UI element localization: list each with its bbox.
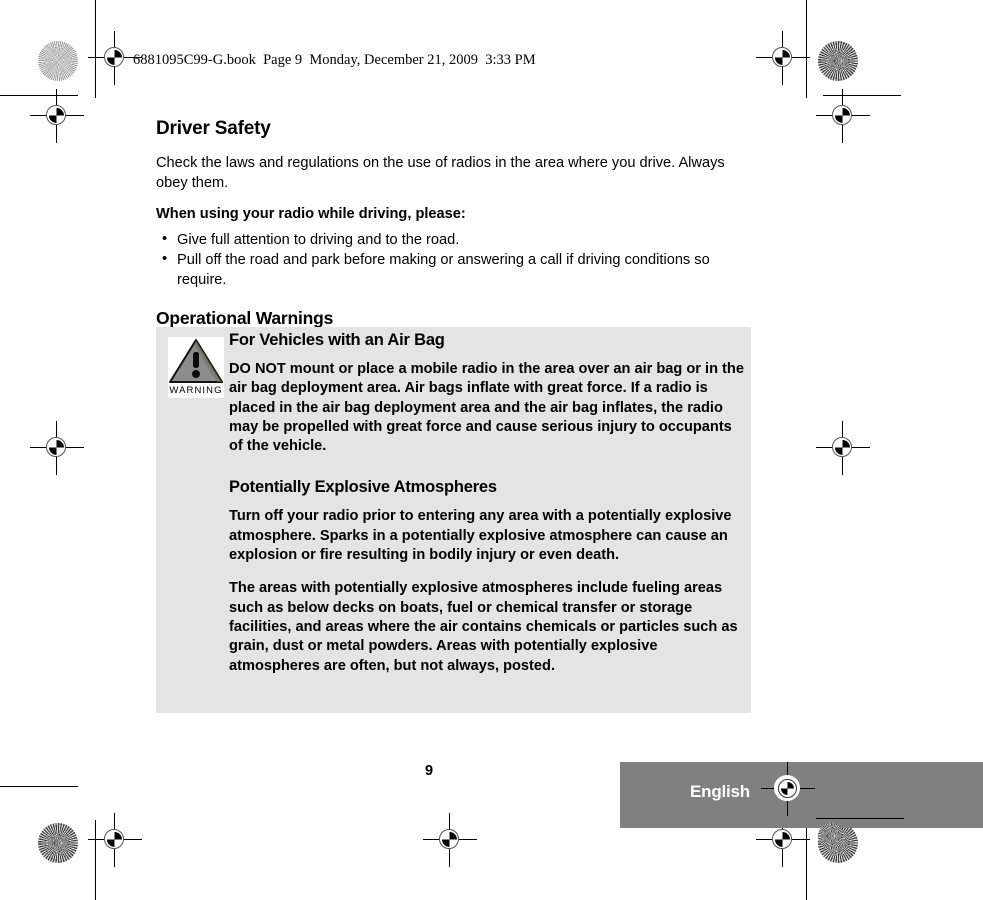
crop-line-vertical-right xyxy=(806,0,807,98)
page-number: 9 xyxy=(425,763,434,779)
crop-line-horizontal-bottom-left xyxy=(0,786,78,787)
crop-line-vertical-left-lower xyxy=(95,820,96,900)
crop-line-horizontal-top-left xyxy=(0,95,78,96)
language-banner-label: English xyxy=(690,782,750,801)
warning-triangle-icon xyxy=(168,337,224,384)
warning-paragraph-explosive-1: Turn off your radio prior to entering an… xyxy=(229,508,732,564)
registration-mark-top-left xyxy=(88,31,142,85)
list-item: • Give full attention to driving and to … xyxy=(156,231,752,251)
crop-line-vertical-left xyxy=(95,0,96,98)
registration-mark-bottom-center xyxy=(423,813,477,867)
warning-icon-label: WARNING xyxy=(168,384,224,398)
warning-paragraph-explosive-2: The areas with potentially explosive atm… xyxy=(229,580,738,674)
registration-rosette-bottom-left xyxy=(38,823,78,863)
warning-paragraph-air-bag: DO NOT mount or place a mobile radio in … xyxy=(229,361,744,455)
list-item-label: Pull off the road and park before making… xyxy=(177,252,710,288)
bullet-icon: • xyxy=(162,251,168,267)
registration-mark-middle-right xyxy=(816,421,870,475)
warning-callout-box: WARNING For Vehicles with an Air Bag DO … xyxy=(156,327,751,713)
registration-mark-upper-left xyxy=(30,89,84,143)
crop-line-horizontal-top-right xyxy=(823,95,901,96)
registration-rosette-top-right xyxy=(818,41,858,81)
book-header-line: 6881095C99-G.book Page 9 Monday, Decembe… xyxy=(133,52,536,68)
registration-mark-top-right xyxy=(756,31,810,85)
list-item-label: Give full attention to driving and to th… xyxy=(177,231,460,248)
page-title: Driver Safety xyxy=(156,118,271,139)
lead-in-text: When using your radio while driving, ple… xyxy=(156,206,466,222)
warning-icon-group: WARNING xyxy=(166,337,226,398)
language-banner: English xyxy=(620,762,983,849)
registration-mark-banner xyxy=(761,762,815,816)
document-page: 6881095C99-G.book Page 9 Monday, Decembe… xyxy=(0,0,983,900)
warning-heading-explosive: Potentially Explosive Atmospheres xyxy=(229,478,497,497)
registration-mark-upper-right xyxy=(816,89,870,143)
registration-rosette-banner xyxy=(818,823,844,849)
registration-mark-bottom-left xyxy=(88,813,142,867)
driving-guidelines-list: • Give full attention to driving and to … xyxy=(156,231,752,291)
crop-line-banner xyxy=(816,818,904,819)
crop-line-vertical-right-lower xyxy=(806,820,807,900)
list-item: • Pull off the road and park before maki… xyxy=(156,251,752,290)
registration-mark-middle-left xyxy=(30,421,84,475)
main-content: Driver Safety Check the laws and regulat… xyxy=(156,118,752,335)
warning-heading-air-bag: For Vehicles with an Air Bag xyxy=(229,331,445,349)
registration-rosette-top-left xyxy=(38,41,78,81)
intro-paragraph: Check the laws and regulations on the us… xyxy=(156,155,725,191)
operational-warnings-title: Operational Warnings xyxy=(156,308,334,328)
warning-text-body: For Vehicles with an Air Bag DO NOT moun… xyxy=(229,331,745,690)
bullet-icon: • xyxy=(162,230,168,247)
registration-mark-bottom-right xyxy=(756,813,810,867)
